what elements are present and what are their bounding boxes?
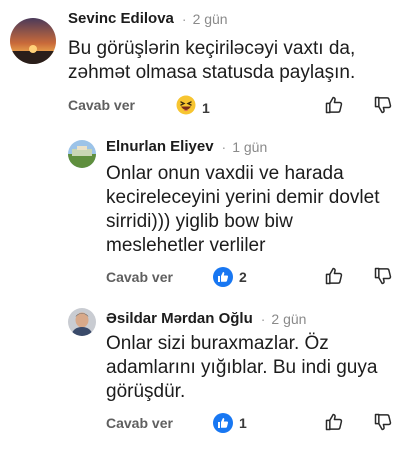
avatar[interactable]: [68, 140, 96, 168]
like-icon: [213, 267, 233, 287]
reaction-count: 2: [239, 269, 247, 285]
avatar[interactable]: [10, 18, 56, 64]
reaction-summary[interactable]: 2: [213, 267, 247, 287]
thumbs-down-icon[interactable]: [373, 95, 393, 115]
author-name[interactable]: Əsildar Mərdan Oğlu: [106, 310, 253, 327]
reply-button[interactable]: Cavab ver: [68, 97, 135, 113]
separator-dot: ·: [260, 310, 266, 327]
reply-item: Elnurlan Eliyev · 1 gün Onlar onun vaxdi…: [0, 125, 410, 290]
avatar[interactable]: [68, 308, 96, 336]
comment-text: Bu görüşlərin keçiriləcəyi vaxtı da, zəh…: [68, 38, 356, 83]
reaction-summary[interactable]: 1: [176, 95, 210, 120]
thumbs-up-icon[interactable]: [324, 95, 344, 115]
laughing-emoji-icon: [176, 95, 196, 120]
thumbs-up-icon[interactable]: [324, 412, 344, 432]
separator-dot: ·: [181, 10, 187, 27]
timestamp: 1 gün: [232, 138, 268, 155]
thumbs-down-icon[interactable]: [373, 412, 393, 432]
timestamp: 2 gün: [271, 310, 307, 327]
thumbs-up-icon[interactable]: [324, 266, 344, 286]
thumbs-down-icon[interactable]: [373, 266, 393, 286]
reply-button[interactable]: Cavab ver: [106, 415, 173, 431]
comment-text: Onlar sizi buraxmazlar. Öz adamlarını yı…: [106, 333, 378, 402]
like-icon: [213, 413, 233, 433]
reaction-count: 1: [202, 99, 210, 116]
reply-item: Əsildar Mərdan Oğlu · 2 gün Onlar sizi b…: [0, 290, 410, 450]
comment-text: Onlar onun vaxdii ve harada kecireleceyi…: [106, 163, 380, 256]
comment-item: Sevinc Edilova · 2 gün Bu görüşlərin keç…: [0, 0, 410, 125]
timestamp: 2 gün: [192, 10, 228, 27]
reaction-summary[interactable]: 1: [213, 413, 247, 433]
reaction-count: 1: [239, 415, 247, 431]
author-name[interactable]: Elnurlan Eliyev: [106, 138, 214, 155]
separator-dot: ·: [221, 138, 227, 155]
reply-button[interactable]: Cavab ver: [106, 269, 173, 285]
author-name[interactable]: Sevinc Edilova: [68, 10, 174, 27]
